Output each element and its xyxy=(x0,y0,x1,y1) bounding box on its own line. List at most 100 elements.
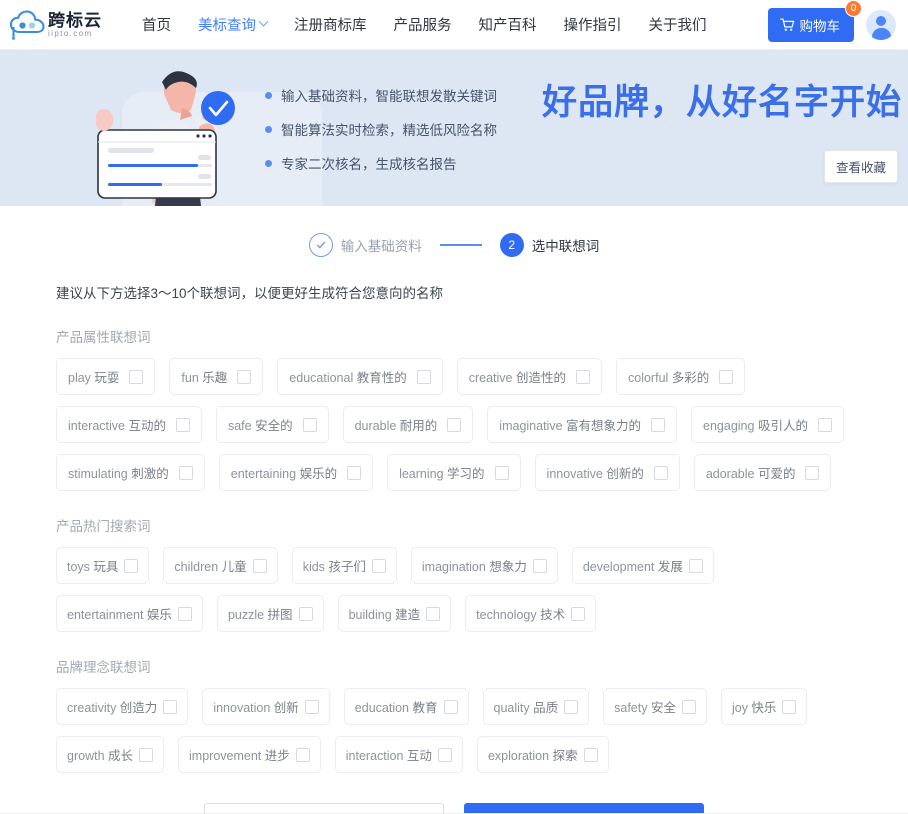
keyword-tag-safety[interactable]: safety 安全 xyxy=(603,688,707,725)
keyword-tag-children[interactable]: children 儿童 xyxy=(163,547,278,584)
keyword-tag-label: building 建造 xyxy=(348,608,421,622)
keyword-tag-toys[interactable]: toys 玩具 xyxy=(56,547,150,584)
keyword-tag-growth[interactable]: growth 成长 xyxy=(56,736,165,773)
keyword-tag-exploration[interactable]: exploration 探索 xyxy=(476,736,609,773)
nav-item-home[interactable]: 首页 xyxy=(142,14,171,35)
keyword-tag-engaging[interactable]: engaging 吸引人的 xyxy=(691,406,844,443)
keyword-tag-checkbox[interactable] xyxy=(576,369,590,384)
keyword-tag-label: joy 快乐 xyxy=(731,701,777,715)
keyword-tag-label-cn: 孩子们 xyxy=(328,560,366,574)
keyword-tag-checkbox[interactable] xyxy=(494,465,509,480)
keyword-tag-development[interactable]: development 发展 xyxy=(571,547,714,584)
keyword-tag-innovative[interactable]: innovative 创新的 xyxy=(534,454,680,491)
keyword-tag-innovation[interactable]: innovation 创新 xyxy=(202,688,330,725)
keyword-tag-label-cn: 娱乐的 xyxy=(299,467,338,481)
view-favorites-button[interactable]: 查看收藏 xyxy=(823,150,898,183)
site-logo[interactable]: 跨标云 iipto.com xyxy=(10,9,122,40)
keyword-tag-checkbox[interactable] xyxy=(443,699,458,714)
keyword-tag-label-cn: 想象力 xyxy=(489,560,527,574)
nav-item-about-us[interactable]: 关于我们 xyxy=(649,14,707,35)
keyword-tag-building[interactable]: building 建造 xyxy=(337,595,452,632)
step-2-circle: 2 xyxy=(499,233,524,257)
keyword-tag-checkbox[interactable] xyxy=(805,465,820,480)
keyword-tag-checkbox[interactable] xyxy=(681,699,696,714)
keyword-tag-checkbox[interactable] xyxy=(583,747,598,762)
keyword-tag-checkbox[interactable] xyxy=(139,747,154,762)
keyword-tag-checkbox[interactable] xyxy=(651,417,666,432)
keyword-tag-checkbox[interactable] xyxy=(177,606,192,621)
cart-button[interactable]: 购物车 0 xyxy=(767,0,862,42)
keyword-tag-checkbox[interactable] xyxy=(252,558,267,573)
nav-item-product-services[interactable]: 产品服务 xyxy=(394,14,452,35)
keyword-tag-label-cn: 品质 xyxy=(533,701,559,715)
keyword-tag-checkbox[interactable] xyxy=(163,699,178,714)
nav-item-guide[interactable]: 操作指引 xyxy=(564,14,622,35)
keyword-tag-checkbox[interactable] xyxy=(295,747,310,762)
keyword-tag-checkbox[interactable] xyxy=(129,369,144,384)
keyword-tag-imaginative[interactable]: imaginative 富有想象力的 xyxy=(487,406,678,443)
nav-item-us-trademark-search[interactable]: 美标查询 xyxy=(198,14,269,35)
keyword-tag-label: creative 创造性的 xyxy=(468,371,566,385)
keyword-tag-checkbox[interactable] xyxy=(302,417,317,432)
keyword-tag-checkbox[interactable] xyxy=(782,699,797,714)
keyword-tag-checkbox[interactable] xyxy=(124,558,139,573)
keyword-tag-checkbox[interactable] xyxy=(178,465,193,480)
keyword-tag-education[interactable]: education 教育 xyxy=(343,688,469,725)
keyword-tag-checkbox[interactable] xyxy=(688,558,703,573)
keyword-tag-checkbox[interactable] xyxy=(532,558,547,573)
keyword-tag-checkbox[interactable] xyxy=(347,465,362,480)
section-hot-search-terms: 产品热门搜索词 toys 玩具 children 儿童 kids 孩子们 imagin… xyxy=(56,515,852,632)
keyword-tag-label-cn: 耐用的 xyxy=(399,419,438,433)
keyword-tag-checkbox[interactable] xyxy=(426,606,441,621)
keyword-tag-safe[interactable]: safe 安全的 xyxy=(215,406,329,443)
keyword-tag-improvement[interactable]: improvement 进步 xyxy=(178,736,321,773)
nav-item-ip-encyclopedia[interactable]: 知产百科 xyxy=(479,14,537,35)
keyword-tag-entertainment[interactable]: entertainment 娱乐 xyxy=(56,595,203,632)
keyword-tag-checkbox[interactable] xyxy=(237,369,252,384)
step-2-select-keywords[interactable]: 2 选中联想词 xyxy=(499,233,599,257)
keyword-tag-label: learning 学习的 xyxy=(399,467,485,481)
keyword-tag-kids[interactable]: kids 孩子们 xyxy=(291,547,397,584)
keyword-tag-imagination[interactable]: imagination 想象力 xyxy=(410,547,558,584)
keyword-tag-label-cn: 互动的 xyxy=(128,419,166,433)
keyword-tag-stimulating[interactable]: stimulating 刺激的 xyxy=(56,454,205,491)
keyword-tag-puzzle[interactable]: puzzle 拼图 xyxy=(216,595,324,632)
nav-item-trademark-library[interactable]: 注册商标库 xyxy=(294,14,367,35)
keyword-tag-interactive[interactable]: interactive 互动的 xyxy=(56,406,202,443)
logo-text-en: iipto.com xyxy=(48,28,93,38)
step-1-circle xyxy=(308,233,333,257)
keyword-tag-colorful[interactable]: colorful 多彩的 xyxy=(616,358,746,395)
keyword-tag-checkbox[interactable] xyxy=(437,747,452,762)
keyword-tag-checkbox[interactable] xyxy=(817,417,832,432)
keyword-tag-label: interaction 互动 xyxy=(345,749,432,763)
keyword-tag-checkbox[interactable] xyxy=(304,699,319,714)
keyword-tag-entertaining[interactable]: entertaining 娱乐的 xyxy=(218,454,374,491)
keyword-tag-learning[interactable]: learning 学习的 xyxy=(387,454,521,491)
keyword-tag-checkbox[interactable] xyxy=(653,465,668,480)
keyword-tag-checkbox[interactable] xyxy=(447,417,462,432)
keyword-tag-creativity[interactable]: creativity 创造力 xyxy=(56,688,189,725)
keyword-tag-checkbox[interactable] xyxy=(719,369,734,384)
keyword-tag-label-cn: 教育 xyxy=(412,701,438,715)
keyword-tag-checkbox[interactable] xyxy=(571,606,586,621)
keyword-tag-technology[interactable]: technology 技术 xyxy=(465,595,597,632)
keyword-tag-interaction[interactable]: interaction 互动 xyxy=(334,736,463,773)
bullet-text: 智能算法实时检索，精选低风险名称 xyxy=(281,123,497,138)
keyword-tag-checkbox[interactable] xyxy=(371,558,386,573)
keyword-tag-checkbox[interactable] xyxy=(298,606,313,621)
keyword-tag-joy[interactable]: joy 快乐 xyxy=(720,688,808,725)
user-avatar-icon[interactable] xyxy=(866,9,896,40)
keyword-tag-durable[interactable]: durable 耐用的 xyxy=(342,406,474,443)
keyword-tag-adorable[interactable]: adorable 可爱的 xyxy=(693,454,832,491)
keyword-tag-label: stimulating 刺激的 xyxy=(68,467,169,481)
keyword-tag-checkbox[interactable] xyxy=(175,417,190,432)
step-1-basic-info[interactable]: 输入基础资料 xyxy=(308,233,422,257)
keyword-tag-creative[interactable]: creative 创造性的 xyxy=(456,358,602,395)
keyword-tag-checkbox[interactable] xyxy=(564,699,579,714)
tag-list-brand-concept: creativity 创造力 innovation 创新 education 教育 q… xyxy=(56,688,852,773)
keyword-tag-play[interactable]: play 玩耍 xyxy=(56,358,156,395)
keyword-tag-quality[interactable]: quality 品质 xyxy=(482,688,590,725)
keyword-tag-checkbox[interactable] xyxy=(416,369,431,384)
keyword-tag-educational[interactable]: educational 教育性的 xyxy=(277,358,443,395)
keyword-tag-fun[interactable]: fun 乐趣 xyxy=(169,358,264,395)
